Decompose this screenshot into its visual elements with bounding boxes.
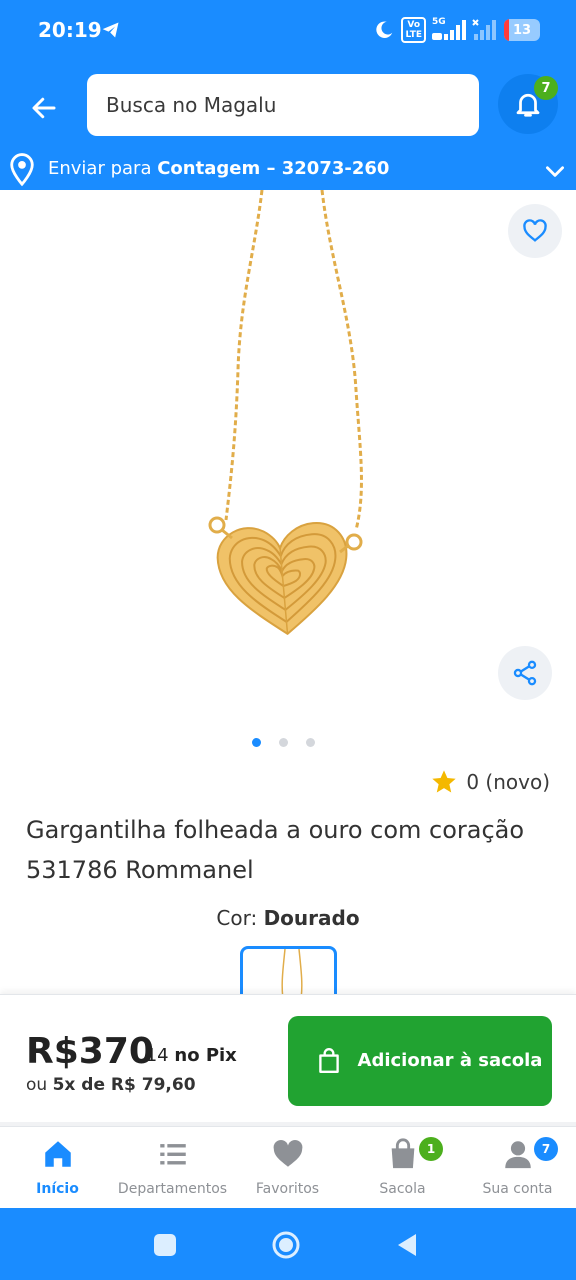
nav-item-departamentos[interactable]: Departamentos — [115, 1127, 230, 1209]
battery-level: 13 — [512, 22, 532, 38]
shipping-text: Enviar para Contagem – 32073-260 — [48, 158, 389, 179]
status-bar: 20:19 Vo LTE 5G 13 — [0, 0, 576, 62]
pagination-dot[interactable] — [252, 738, 261, 747]
nav-item-favoritos[interactable]: Favoritos — [230, 1127, 345, 1209]
price-main: R$370 — [26, 1031, 154, 1072]
shopping-bag-icon — [319, 1047, 339, 1073]
product-rating[interactable]: 0 (novo) — [430, 768, 550, 796]
back-triangle-icon[interactable] — [392, 1230, 422, 1260]
status-icons: Vo LTE 5G 13 — [373, 17, 540, 43]
user-icon — [505, 1141, 531, 1169]
heart-icon — [273, 1139, 303, 1167]
price-cents-line: ,14 no Pix — [140, 1045, 237, 1066]
nav-item-sacola[interactable]: Sacola — [345, 1127, 460, 1209]
home-icon — [45, 1141, 71, 1167]
rating-text: 0 (novo) — [466, 770, 550, 794]
volte-icon: Vo LTE — [401, 17, 426, 43]
notification-badge: 7 — [534, 76, 558, 100]
status-time: 20:19 — [38, 18, 102, 42]
bag-count-badge: 1 — [419, 1137, 443, 1161]
moon-icon — [376, 21, 393, 38]
system-navigation-bar — [0, 1208, 576, 1280]
installment-prefix: ou — [26, 1075, 48, 1095]
signal-icon — [472, 19, 496, 40]
account-badge: 7 — [534, 1137, 558, 1161]
shipping-selector[interactable]: Enviar para Contagem – 32073-260 — [0, 150, 576, 190]
nav-label: Sua conta — [482, 1181, 553, 1197]
purchase-bar: R$370 ,14 no Pix ou 5x de R$ 79,60 Adici… — [0, 994, 576, 1122]
pagination-dot[interactable] — [306, 738, 315, 747]
shipping-prefix: Enviar para — [48, 158, 152, 179]
home-circle-icon[interactable] — [271, 1230, 301, 1260]
chevron-down-icon — [546, 166, 564, 177]
back-button[interactable] — [22, 86, 66, 130]
product-gallery[interactable] — [0, 190, 576, 770]
installment-line: ou 5x de R$ 79,60 — [26, 1075, 196, 1095]
arrow-left-icon — [32, 97, 56, 119]
bottom-navigation: Início Departamentos Favoritos Sacola 1 … — [0, 1126, 576, 1208]
price-cents: ,14 — [140, 1045, 169, 1066]
telegram-icon — [102, 22, 119, 38]
color-value: Dourado — [263, 906, 360, 930]
recent-apps-icon[interactable] — [150, 1230, 180, 1260]
nav-item-inicio[interactable]: Início — [0, 1127, 115, 1209]
nav-item-sua-conta[interactable]: Sua conta — [460, 1127, 575, 1209]
color-option-dourado[interactable] — [240, 946, 337, 996]
product-title: Gargantilha folheada a ouro com coração … — [26, 816, 525, 884]
signal-5g-icon: 5G — [432, 17, 466, 41]
add-to-bag-label: Adicionar à sacola — [357, 1050, 543, 1071]
share-button[interactable] — [498, 646, 552, 700]
installment-value: 5x de R$ 79,60 — [52, 1075, 196, 1095]
heart-outline-icon — [523, 219, 547, 242]
add-to-bag-button[interactable]: Adicionar à sacola — [288, 1016, 552, 1106]
gallery-pagination — [252, 738, 315, 747]
battery-icon: 13 — [504, 19, 540, 41]
search-input[interactable]: Busca no Magalu — [87, 74, 479, 136]
star-icon — [432, 770, 456, 793]
pagination-dot[interactable] — [279, 738, 288, 747]
product-image[interactable] — [0, 190, 576, 730]
nav-label: Sacola — [379, 1181, 426, 1197]
nav-label: Início — [36, 1181, 79, 1197]
shipping-location: Contagem – 32073-260 — [157, 158, 390, 179]
search-placeholder: Busca no Magalu — [106, 93, 277, 117]
location-pin-icon — [10, 153, 34, 187]
favorite-button[interactable] — [508, 204, 562, 258]
list-icon — [160, 1144, 186, 1165]
app-header: Busca no Magalu 7 Enviar para Contagem –… — [0, 62, 576, 190]
nav-label: Favoritos — [255, 1181, 320, 1197]
color-label: Cor: — [216, 906, 258, 930]
share-icon — [513, 660, 537, 686]
color-selector-label: Cor: Dourado — [0, 906, 576, 930]
pix-label: no Pix — [174, 1045, 237, 1066]
nav-label: Departamentos — [117, 1181, 228, 1197]
bag-icon — [391, 1138, 415, 1169]
